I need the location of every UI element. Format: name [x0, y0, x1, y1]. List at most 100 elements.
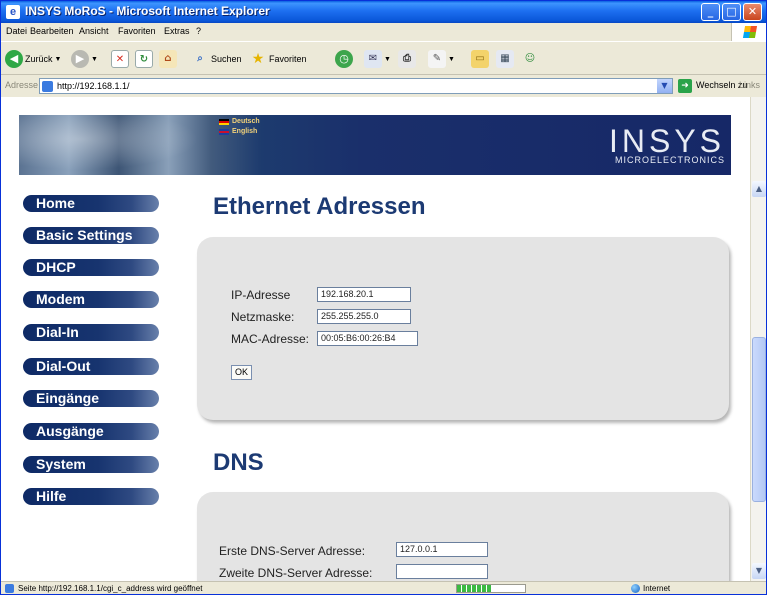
- menu-bar: Datei Bearbeiten Ansicht Favoriten Extra…: [1, 23, 766, 41]
- nav-home[interactable]: Home: [23, 195, 159, 212]
- windows-logo-icon: [731, 23, 766, 41]
- dns-second-label: Zweite DNS-Server Adresse:: [219, 566, 373, 580]
- mac-address-field[interactable]: 00:05:B6:00:26:B4: [317, 331, 418, 346]
- page-icon: [42, 81, 53, 92]
- scroll-up-icon[interactable]: ▲: [752, 181, 766, 197]
- back-dropdown-icon: ▼: [54, 55, 62, 63]
- edit-icon: ✎: [428, 50, 446, 68]
- refresh-icon: ↻: [135, 50, 153, 68]
- mac-address-label: MAC-Adresse:: [231, 332, 310, 346]
- menu-datei[interactable]: Datei: [6, 26, 27, 36]
- nav-eingaenge[interactable]: Eingänge: [23, 390, 159, 407]
- messenger-icon: ☺: [524, 53, 536, 64]
- progress-bar: [456, 584, 526, 593]
- dns-second-field[interactable]: [396, 564, 488, 579]
- history-icon: ◷: [335, 50, 353, 68]
- menu-bearbeiten[interactable]: Bearbeiten: [30, 26, 74, 36]
- language-deutsch-link[interactable]: Deutsch: [219, 118, 260, 125]
- address-label: Adresse: [5, 80, 39, 90]
- research-button[interactable]: ▦: [496, 49, 514, 69]
- home-button[interactable]: ⌂: [159, 49, 177, 69]
- address-bar: Adresse http://192.168.1.1/ ▼ ➜ Wechseln…: [1, 76, 766, 96]
- logo-sub-text: MICROELECTRONICS: [614, 155, 725, 165]
- page-viewport: Deutsch English INSYS MICROELECTRONICS H…: [1, 97, 750, 581]
- language-english-label: English: [232, 128, 258, 135]
- search-button[interactable]: ⌕ Suchen: [191, 49, 242, 69]
- language-english-link[interactable]: English: [219, 128, 257, 135]
- menu-favoriten[interactable]: Favoriten: [118, 26, 156, 36]
- mail-dropdown-icon: ▼: [384, 55, 391, 63]
- scroll-thumb[interactable]: [752, 337, 766, 502]
- menu-help[interactable]: ?: [196, 26, 201, 36]
- forward-dropdown-icon: ▼: [91, 55, 98, 63]
- history-button[interactable]: ◷: [335, 49, 353, 69]
- toolbar: ◀ Zurück ▼ ▶ ▼ ✕ ↻ ⌂ ⌕ Suchen ★ Favorite…: [1, 41, 766, 75]
- stop-button[interactable]: ✕: [111, 49, 129, 69]
- back-button[interactable]: ◀ Zurück ▼: [5, 49, 61, 69]
- close-button[interactable]: ✕: [743, 3, 762, 21]
- menu-extras[interactable]: Extras: [164, 26, 190, 36]
- dns-first-label: Erste DNS-Server Adresse:: [219, 544, 366, 558]
- status-bar: Seite http://192.168.1.1/cgi_c_address w…: [1, 581, 766, 594]
- address-input[interactable]: http://192.168.1.1/ ▼: [39, 78, 673, 94]
- uk-flag-icon: [219, 128, 229, 135]
- nav-hilfe[interactable]: Hilfe: [23, 488, 159, 505]
- nav-basic-settings[interactable]: Basic Settings: [23, 227, 159, 244]
- security-zone: Internet: [631, 584, 670, 593]
- window-title: INSYS MoRoS - Microsoft Internet Explore…: [25, 4, 270, 18]
- edit-button[interactable]: ✎ ▼: [428, 49, 455, 69]
- address-dropdown-icon[interactable]: ▼: [657, 79, 672, 93]
- ip-address-label: IP-Adresse: [231, 288, 291, 302]
- stop-icon: ✕: [111, 50, 129, 68]
- nav-ausgaenge[interactable]: Ausgänge: [23, 423, 159, 440]
- language-deutsch-label: Deutsch: [232, 118, 260, 125]
- dns-first-field[interactable]: 127.0.0.1: [396, 542, 488, 557]
- back-arrow-icon: ◀: [5, 50, 23, 68]
- netmask-field[interactable]: 255.255.255.0: [317, 309, 411, 324]
- vertical-scrollbar[interactable]: ▲ ▼: [750, 97, 766, 581]
- favorites-label: Favoriten: [269, 54, 307, 64]
- nav-system[interactable]: System: [23, 456, 159, 473]
- mail-button[interactable]: ✉ ▼: [364, 49, 391, 69]
- forward-arrow-icon: ▶: [71, 50, 89, 68]
- folder-button[interactable]: ▭: [471, 49, 489, 69]
- research-icon: ▦: [496, 50, 514, 68]
- ethernet-panel: IP-Adresse 192.168.20.1 Netzmaske: 255.2…: [197, 237, 729, 420]
- menu-ansicht[interactable]: Ansicht: [79, 26, 109, 36]
- nav-modem[interactable]: Modem: [23, 291, 159, 308]
- address-url: http://192.168.1.1/: [57, 81, 130, 91]
- search-label: Suchen: [211, 54, 242, 64]
- forward-button[interactable]: ▶ ▼: [71, 49, 98, 69]
- header-banner: Deutsch English INSYS MICROELECTRONICS: [19, 115, 731, 175]
- title-bar: e INSYS MoRoS - Microsoft Internet Explo…: [1, 1, 766, 23]
- star-icon: ★: [251, 51, 265, 67]
- netmask-label: Netzmaske:: [231, 310, 295, 324]
- ethernet-heading: Ethernet Adressen: [213, 193, 426, 220]
- go-arrow-icon[interactable]: ➜: [678, 79, 692, 93]
- ok-button[interactable]: OK: [231, 365, 252, 380]
- maximize-button[interactable]: □: [722, 3, 741, 21]
- progress-fill: [457, 585, 491, 592]
- nav-dhcp[interactable]: DHCP: [23, 259, 159, 276]
- zone-label: Internet: [643, 584, 671, 593]
- insys-logo: INSYS MICROELECTRONICS: [575, 125, 725, 165]
- ip-address-field[interactable]: 192.168.20.1: [317, 287, 411, 302]
- edit-dropdown-icon: ▼: [448, 55, 455, 63]
- print-icon: ⎙: [398, 50, 416, 68]
- favorites-button[interactable]: ★ Favoriten: [249, 49, 307, 69]
- refresh-button[interactable]: ↻: [135, 49, 153, 69]
- nav-dial-out[interactable]: Dial-Out: [23, 358, 159, 375]
- ie-app-icon: e: [6, 5, 20, 19]
- messenger-button[interactable]: ☺: [521, 49, 539, 69]
- scroll-down-icon[interactable]: ▼: [752, 563, 766, 579]
- minimize-button[interactable]: _: [701, 3, 720, 21]
- nav-dial-in[interactable]: Dial-In: [23, 324, 159, 341]
- print-button[interactable]: ⎙: [398, 49, 416, 69]
- links-button[interactable]: Links: [739, 80, 760, 90]
- home-icon: ⌂: [159, 50, 177, 68]
- dns-panel: Erste DNS-Server Adresse: 127.0.0.1 Zwei…: [197, 492, 729, 581]
- folder-icon: ▭: [471, 50, 489, 68]
- globe-icon: [631, 584, 640, 593]
- browser-window: e INSYS MoRoS - Microsoft Internet Explo…: [0, 0, 767, 595]
- status-text: Seite http://192.168.1.1/cgi_c_address w…: [18, 584, 203, 593]
